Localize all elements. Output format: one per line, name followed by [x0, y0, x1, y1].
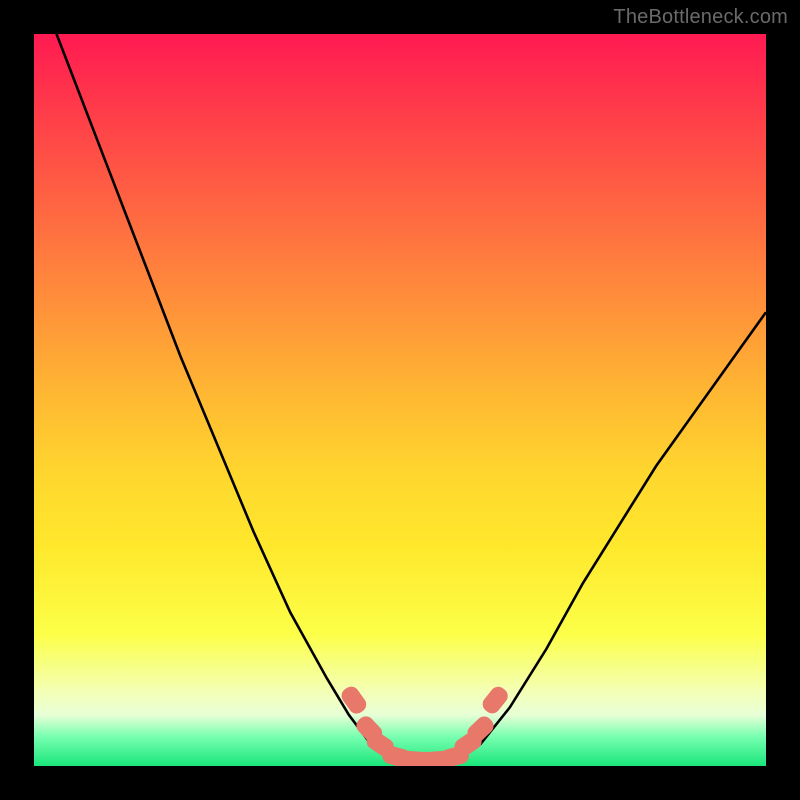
- curve-marker: [338, 683, 369, 716]
- bottleneck-curve: [34, 34, 766, 761]
- chart-frame: TheBottleneck.com: [0, 0, 800, 800]
- watermark-text: TheBottleneck.com: [613, 6, 788, 29]
- plot-area: [34, 34, 766, 766]
- chart-svg: [34, 34, 766, 766]
